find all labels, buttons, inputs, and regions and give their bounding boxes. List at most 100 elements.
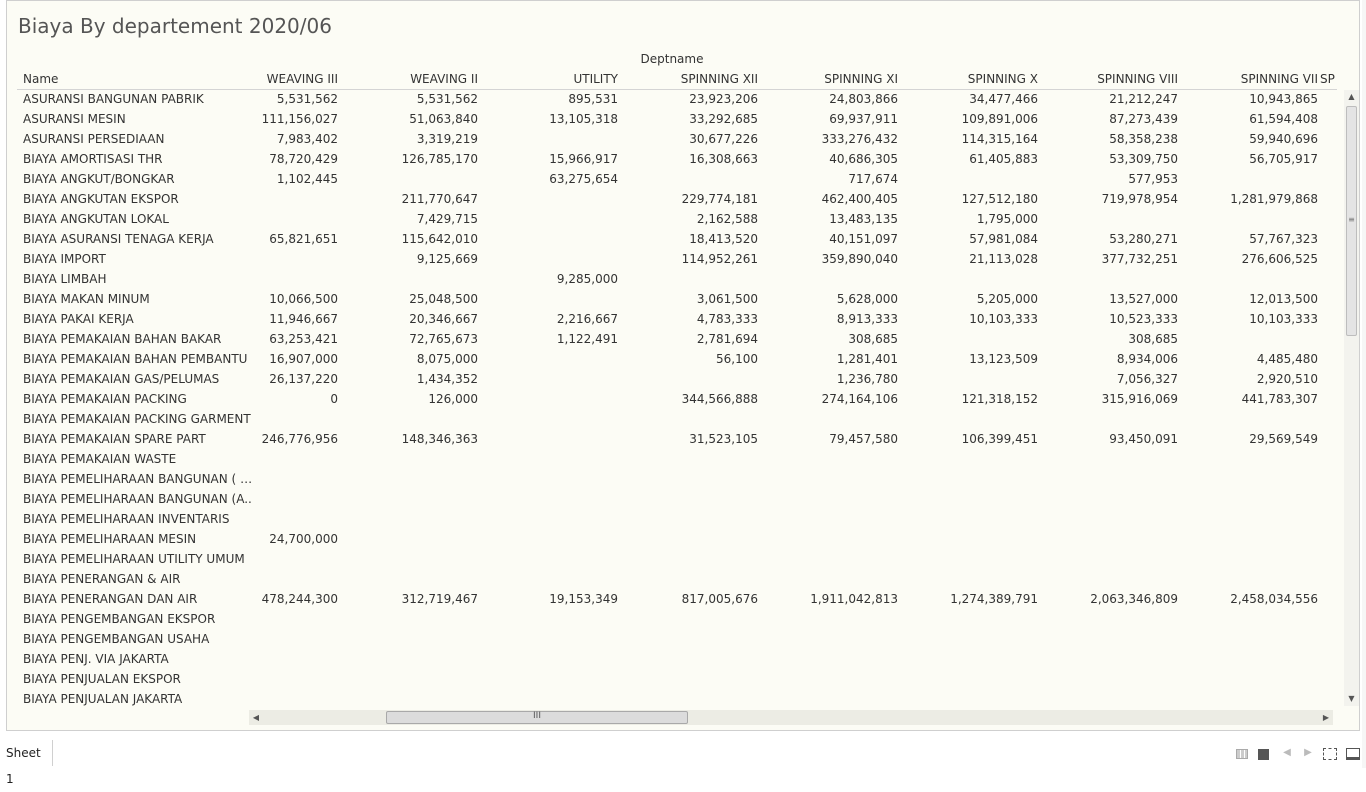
table-row[interactable]: BIAYA ASURANSI TENAGA KERJA 65,821,651 115… bbox=[7, 230, 1337, 250]
table-row[interactable]: BIAYA PEMAKAIAN WASTE bbox=[7, 450, 1337, 470]
table-row[interactable]: BIAYA AMORTISASI THR 78,720,429 126,785,17… bbox=[7, 150, 1337, 170]
value-cell: 4,485,480 bbox=[1256, 352, 1318, 366]
table-row[interactable]: BIAYA PENJUALAN JAKARTA bbox=[7, 690, 1337, 706]
value-cell: 31,523,105 bbox=[689, 432, 758, 446]
value-cell: 2,162,588 bbox=[696, 212, 758, 226]
value-cell: 276,606,525 bbox=[1241, 252, 1318, 266]
table-row[interactable]: BIAYA PENERANGAN DAN AIR 478,244,300 312,7… bbox=[7, 590, 1337, 610]
table-row[interactable]: ASURANSI PERSEDIAAN 7,983,402 3,319,219 30,… bbox=[7, 130, 1337, 150]
tab-sheet-1[interactable]: Sheet 1 bbox=[0, 740, 53, 786]
value-cell: 69,937,911 bbox=[829, 112, 898, 126]
column-header[interactable]: UTILITY bbox=[478, 72, 618, 86]
table-row[interactable]: BIAYA PAKAI KERJA 11,946,667 20,346,667 2,2… bbox=[7, 310, 1337, 330]
fullscreen-icon[interactable] bbox=[1323, 748, 1337, 760]
horizontal-scroll-thumb[interactable]: III bbox=[386, 711, 688, 724]
row-name-cell: BIAYA LIMBAH bbox=[23, 272, 107, 286]
dashboard-view: Biaya By departement 2020/06 Deptname Na… bbox=[6, 0, 1360, 731]
value-cell: 9,125,669 bbox=[416, 252, 478, 266]
value-cell: 5,628,000 bbox=[836, 292, 898, 306]
value-cell: 57,981,084 bbox=[969, 232, 1038, 246]
table-row[interactable]: BIAYA PEMAKAIAN BAHAN PEMBANTU 16,907,000… bbox=[7, 350, 1337, 370]
value-cell: 109,891,006 bbox=[961, 112, 1038, 126]
value-cell: 58,358,238 bbox=[1109, 132, 1178, 146]
value-cell: 308,685 bbox=[848, 332, 898, 346]
table-row[interactable]: BIAYA PEMAKAIAN BAHAN BAKAR 63,253,421 72,… bbox=[7, 330, 1337, 350]
table-row[interactable]: ASURANSI MESIN 111,156,027 51,063,840 13,10… bbox=[7, 110, 1337, 130]
table-row[interactable]: ASURANSI BANGUNAN PABRIK 5,531,562 5,531,5… bbox=[7, 90, 1337, 110]
scroll-left-arrow-icon[interactable]: ◀ bbox=[249, 710, 263, 725]
table-row[interactable]: BIAYA MAKAN MINUM 10,066,500 25,048,500 3,0… bbox=[7, 290, 1337, 310]
table-header-row: Name WEAVING III WEAVING II UTILITY SPINNIN… bbox=[7, 72, 1337, 88]
table-row[interactable]: BIAYA PEMAKAIAN GAS/PELUMAS 26,137,220 1,4… bbox=[7, 370, 1337, 390]
column-header[interactable]: SPINNING XI bbox=[758, 72, 898, 86]
value-cell: 51,063,840 bbox=[409, 112, 478, 126]
value-cell: 93,450,091 bbox=[1109, 432, 1178, 446]
column-header[interactable]: SPINNING X bbox=[898, 72, 1038, 86]
value-cell: 63,253,421 bbox=[269, 332, 338, 346]
value-cell: 817,005,676 bbox=[681, 592, 758, 606]
table-row[interactable]: BIAYA PEMELIHARAAN BANGUNAN ( O.. bbox=[7, 470, 1337, 490]
presentation-icon[interactable] bbox=[1346, 748, 1360, 760]
single-view-icon[interactable] bbox=[1258, 749, 1269, 760]
value-cell: 312,719,467 bbox=[401, 592, 478, 606]
value-cell: 7,983,402 bbox=[276, 132, 338, 146]
table-row[interactable]: BIAYA PEMELIHARAAN INVENTARIS bbox=[7, 510, 1337, 530]
table-row[interactable]: BIAYA ANGKUTAN EKSPOR 211,770,647 229,774,… bbox=[7, 190, 1337, 210]
value-cell: 40,151,097 bbox=[829, 232, 898, 246]
value-cell: 5,531,562 bbox=[276, 92, 338, 106]
scroll-up-arrow-icon[interactable]: ▲ bbox=[1344, 90, 1359, 104]
value-cell: 111,156,027 bbox=[261, 112, 338, 126]
table-row[interactable]: BIAYA LIMBAH 9,285,000 bbox=[7, 270, 1337, 290]
table-row[interactable]: BIAYA PENJ. VIA JAKARTA bbox=[7, 650, 1337, 670]
table-row[interactable]: BIAYA ANGKUT/BONGKAR 1,102,445 63,275,654 7… bbox=[7, 170, 1337, 190]
table-row[interactable]: BIAYA PENJUALAN EKSPOR bbox=[7, 670, 1337, 690]
name-column-header[interactable]: Name bbox=[23, 72, 58, 86]
value-cell: 65,821,651 bbox=[269, 232, 338, 246]
column-header[interactable]: SPINNING VII bbox=[1178, 72, 1318, 86]
row-name-cell: BIAYA IMPORT bbox=[23, 252, 106, 266]
value-cell: 53,280,271 bbox=[1109, 232, 1178, 246]
value-cell: 20,346,667 bbox=[409, 312, 478, 326]
vertical-scroll-thumb[interactable]: ≡ bbox=[1346, 106, 1357, 336]
table-row[interactable]: BIAYA PEMELIHARAAN UTILITY UMUM bbox=[7, 550, 1337, 570]
scroll-right-arrow-icon[interactable]: ▶ bbox=[1319, 710, 1333, 725]
table-row[interactable]: BIAYA ANGKUTAN LOKAL 7,429,715 2,162,588 13… bbox=[7, 210, 1337, 230]
column-header[interactable]: WEAVING III bbox=[198, 72, 338, 86]
value-cell: 63,275,654 bbox=[549, 172, 618, 186]
value-cell: 1,122,491 bbox=[556, 332, 618, 346]
table-row[interactable]: BIAYA IMPORT 9,125,669 114,952,261 359,890,… bbox=[7, 250, 1337, 270]
value-cell: 126,000 bbox=[428, 392, 478, 406]
value-cell: 1,911,042,813 bbox=[810, 592, 898, 606]
value-cell: 148,346,363 bbox=[401, 432, 478, 446]
value-cell: 7,429,715 bbox=[416, 212, 478, 226]
vertical-scrollbar[interactable]: ▲ ≡ ▼ bbox=[1344, 90, 1359, 706]
next-icon[interactable]: ▶ bbox=[1301, 746, 1315, 760]
table-row[interactable]: BIAYA PEMELIHARAAN BANGUNAN (A.. bbox=[7, 490, 1337, 510]
scroll-down-arrow-icon[interactable]: ▼ bbox=[1344, 692, 1359, 706]
value-cell: 577,953 bbox=[1128, 172, 1178, 186]
value-cell: 21,113,028 bbox=[969, 252, 1038, 266]
table-row[interactable]: BIAYA PEMAKAIAN PACKING GARMENT bbox=[7, 410, 1337, 430]
value-cell: 2,781,694 bbox=[696, 332, 758, 346]
crosstab-body[interactable]: ASURANSI BANGUNAN PABRIK 5,531,562 5,531,5… bbox=[7, 90, 1337, 706]
column-header[interactable]: WEAVING II bbox=[338, 72, 478, 86]
previous-icon[interactable]: ◀ bbox=[1280, 746, 1294, 760]
value-cell: 16,308,663 bbox=[689, 152, 758, 166]
value-cell: 11,946,667 bbox=[269, 312, 338, 326]
table-row[interactable]: BIAYA PEMAKAIAN SPARE PART 246,776,956 148… bbox=[7, 430, 1337, 450]
value-cell: 13,483,135 bbox=[829, 212, 898, 226]
table-row[interactable]: BIAYA PENGEMBANGAN EKSPOR bbox=[7, 610, 1337, 630]
column-header[interactable]: SPINNING VIII bbox=[1038, 72, 1178, 86]
truncated-column-header[interactable]: SP bbox=[1320, 72, 1335, 86]
grid-view-icon[interactable] bbox=[1236, 749, 1248, 759]
table-row[interactable]: BIAYA PENERANGAN & AIR bbox=[7, 570, 1337, 590]
table-row[interactable]: BIAYA PEMELIHARAAN MESIN 24,700,000 bbox=[7, 530, 1337, 550]
horizontal-scrollbar[interactable]: ◀ III ▶ bbox=[249, 710, 1333, 725]
column-header[interactable]: SPINNING XII bbox=[618, 72, 758, 86]
value-cell: 121,318,152 bbox=[961, 392, 1038, 406]
table-row[interactable]: BIAYA PEMAKAIAN PACKING 0 126,000 344,566,8… bbox=[7, 390, 1337, 410]
value-cell: 377,732,251 bbox=[1101, 252, 1178, 266]
value-cell: 34,477,466 bbox=[969, 92, 1038, 106]
value-cell: 1,795,000 bbox=[976, 212, 1038, 226]
table-row[interactable]: BIAYA PENGEMBANGAN USAHA bbox=[7, 630, 1337, 650]
